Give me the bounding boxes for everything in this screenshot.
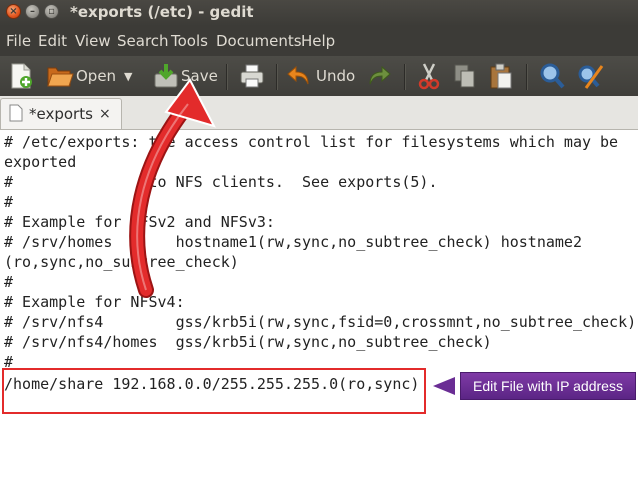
callout-text: Edit File with IP address <box>473 378 623 394</box>
undo-button[interactable] <box>286 62 314 90</box>
find-replace-button[interactable] <box>576 62 604 90</box>
find-button[interactable] <box>538 62 566 90</box>
menu-bar: File Edit View Search Tools Documents He… <box>0 26 638 56</box>
editor-line: # Example for NFSv4: <box>4 293 185 311</box>
editor-line: # <box>4 193 14 211</box>
window-title: *exports (/etc) - gedit <box>70 3 254 21</box>
menu-help[interactable]: Help <box>301 31 335 51</box>
text-editor[interactable]: # /etc/exports: the access control list … <box>0 130 638 478</box>
find-icon <box>540 63 565 89</box>
menu-search[interactable]: Search <box>117 31 169 51</box>
text-file-icon <box>9 104 23 122</box>
menu-tools[interactable]: Tools <box>171 31 208 51</box>
tab-close-icon[interactable]: × <box>99 105 111 123</box>
find-replace-icon <box>578 65 604 89</box>
menu-documents[interactable]: Documents <box>216 31 302 51</box>
editor-line: (ro,sync,no_subtree_check) <box>4 253 239 271</box>
dropdown-arrow-icon[interactable]: ▼ <box>124 68 132 86</box>
tab-bar: *exports × <box>0 96 638 130</box>
cut-icon <box>418 63 440 90</box>
menu-view[interactable]: View <box>75 31 111 51</box>
editor-line: # Example for NFSv2 and NFSv3: <box>4 213 275 231</box>
save-label[interactable]: Save <box>181 67 218 85</box>
close-window-button[interactable]: × <box>6 4 21 19</box>
toolbar: Open ▼ Save Undo <box>0 56 638 96</box>
toolbar-separator <box>276 64 278 90</box>
editor-line: # /srv/nfs4 gss/krb5i(rw,sync,fsid=0,cro… <box>4 313 637 331</box>
editor-line: # /etc/exports: the access control list … <box>4 133 619 151</box>
toolbar-separator <box>404 64 406 90</box>
undo-label[interactable]: Undo <box>316 67 355 85</box>
open-label[interactable]: Open <box>76 67 116 85</box>
title-bar: × – ▫ *exports (/etc) - gedit <box>0 0 638 26</box>
close-icon: × <box>9 6 18 17</box>
print-button[interactable] <box>238 62 266 90</box>
highlight-box <box>2 368 426 414</box>
editor-line: # /srv/homes hostname1(rw,sync,no_subtre… <box>4 233 582 251</box>
paste-button[interactable] <box>488 62 514 90</box>
cut-button[interactable] <box>416 62 442 90</box>
callout-pointer <box>433 377 455 395</box>
editor-line: # <box>4 273 14 291</box>
paste-icon <box>490 63 512 89</box>
maximize-window-button[interactable]: ▫ <box>44 4 59 19</box>
open-button[interactable] <box>46 62 74 90</box>
maximize-icon: ▫ <box>48 6 55 17</box>
editor-line: # /srv/nfs4/homes gss/krb5i(rw,sync,no_s… <box>4 333 492 351</box>
redo-button[interactable] <box>364 62 392 90</box>
toolbar-separator <box>526 64 528 90</box>
tab-exports[interactable]: *exports × <box>0 98 122 129</box>
editor-line: exported <box>4 153 77 171</box>
undo-icon <box>287 65 309 85</box>
new-button[interactable] <box>8 62 36 90</box>
print-icon <box>240 64 264 88</box>
tab-label: *exports <box>29 105 93 123</box>
minimize-icon: – <box>30 6 35 17</box>
minimize-window-button[interactable]: – <box>25 4 40 19</box>
menu-file[interactable]: File <box>6 31 31 51</box>
callout-box: Edit File with IP address <box>460 372 636 400</box>
toolbar-separator <box>226 64 228 90</box>
open-folder-icon <box>47 67 74 87</box>
menu-edit[interactable]: Edit <box>38 31 67 51</box>
save-button[interactable] <box>152 62 180 90</box>
redo-icon <box>369 65 391 85</box>
new-document-icon <box>11 63 32 89</box>
save-icon <box>154 64 178 88</box>
copy-button[interactable] <box>452 62 478 90</box>
editor-line: # to NFS clients. See exports(5). <box>4 173 438 191</box>
copy-icon <box>454 64 475 88</box>
